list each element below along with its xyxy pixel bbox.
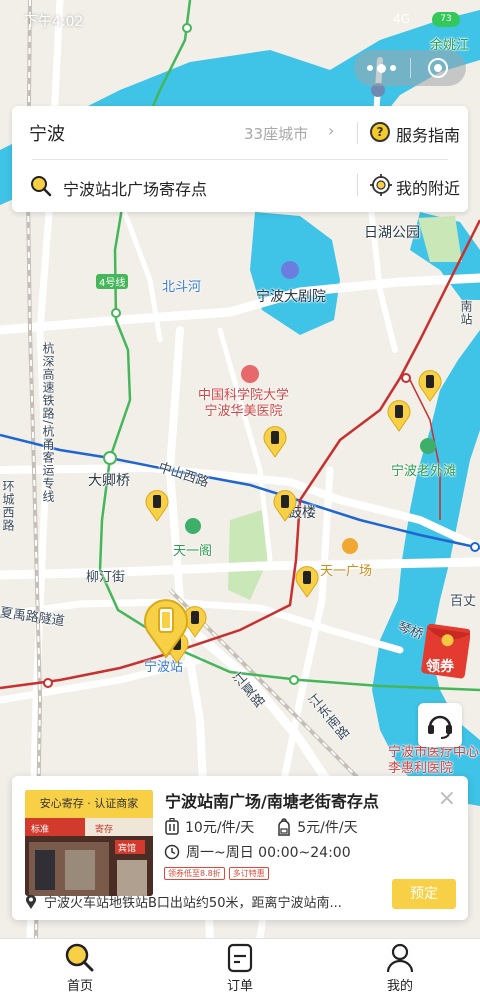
clock-icon [164, 844, 180, 860]
price-row: 10元/件/天 5元/件/天 [164, 817, 358, 837]
store-photo-sign-1: 标准 [31, 825, 50, 835]
map-label-liuting: 柳汀街 [86, 570, 126, 585]
map-label-huancheng-road: 环城西路 [1, 480, 15, 532]
map-label-medical-center: 宁波市医疗中心 李惠利医院 [388, 745, 480, 776]
signal-icon: 4G [393, 12, 410, 26]
map-label-dangqiao: 大卿桥 [88, 473, 130, 489]
selected-storage-marker[interactable] [142, 596, 190, 658]
map-label-baizhang: 百丈 [450, 594, 477, 609]
city-row: 宁波 33座城市 › ? 服务指南 [12, 106, 468, 158]
status-time: 下午4:02 [24, 14, 84, 30]
coupon-label[interactable]: 领券 [426, 656, 454, 676]
tab-bar: 首页 订单 我的 [0, 938, 480, 999]
tab-label: 我的 [386, 979, 413, 994]
tab-profile[interactable]: 我的 [360, 939, 440, 999]
search-input[interactable]: 宁波站北广场寄存点 [63, 176, 207, 200]
map-label-hangshen-railway: 杭深高速铁路/杭甬客运专线 [41, 342, 55, 504]
battery-icon: 73 [432, 12, 460, 27]
city-count-link[interactable]: 33座城市 [244, 123, 308, 144]
map-label-opera: 宁波大剧院 [256, 289, 326, 305]
status-bar: 下午4:02 4G 73 [0, 0, 480, 40]
map-label-beidouhe: 北斗河 [162, 280, 202, 295]
map-label-laowaitan: 宁波老外滩 [391, 464, 457, 479]
search-card: 宁波 33座城市 › ? 服务指南 宁波站北广场寄存点 我的附近 [12, 106, 468, 212]
map-label-rihu-park: 日湖公园 [364, 225, 420, 241]
more-icon[interactable] [354, 63, 410, 73]
customer-service-button[interactable] [418, 703, 462, 747]
promo-tags: 领券低至8.8折 多订特惠 [164, 867, 269, 880]
headset-icon [428, 715, 452, 739]
map-label-hospital: 中国科学院大学 宁波华美医院 [198, 388, 290, 419]
tab-label: 订单 [226, 979, 253, 994]
locate-icon[interactable] [370, 174, 392, 196]
price-small-bag: 5元/件/天 [297, 820, 358, 836]
service-guide-button[interactable]: 服务指南 [396, 122, 460, 146]
book-button[interactable]: 预定 [392, 879, 456, 909]
price-large-bag: 10元/件/天 [185, 820, 255, 836]
close-miniprogram-icon[interactable] [411, 58, 467, 78]
tab-home[interactable]: 首页 [40, 939, 120, 999]
storage-marker[interactable] [144, 488, 170, 522]
storage-marker[interactable] [294, 564, 320, 598]
suitcase-icon [165, 818, 179, 835]
map-label-nanzhan: 南站 [459, 300, 473, 326]
promo-tag: 多订特惠 [228, 867, 269, 880]
order-icon [227, 943, 253, 973]
storage-marker[interactable] [262, 424, 288, 458]
location-pin-icon [26, 894, 36, 909]
help-icon[interactable]: ? [370, 122, 390, 142]
person-icon [386, 943, 414, 973]
store-card[interactable]: 标准 寄存 宾馆 安心寄存 · 认证商家 宁波站南广场/南塘老街寄存点 × 10… [12, 776, 468, 920]
storage-marker[interactable] [417, 368, 443, 402]
opening-hours-text: 周一~周日 00:00~24:00 [186, 845, 351, 861]
store-photo-sign-2: 寄存 [95, 825, 114, 835]
map-label-tianyige: 天一阁 [173, 544, 213, 559]
tab-orders[interactable]: 订单 [200, 939, 280, 999]
opening-hours: 周一~周日 00:00~24:00 [164, 842, 351, 862]
map-label-tianyi-square: 天一广场 [320, 564, 373, 579]
search-icon [31, 176, 52, 197]
store-address-text: 宁波火车站地铁站B口出站约50米，距离宁波站南... [44, 896, 342, 911]
store-photo-sign-3: 宾馆 [118, 844, 137, 854]
store-photo[interactable]: 标准 寄存 宾馆 安心寄存 · 认证商家 [25, 790, 153, 896]
metro-line4-badge: 4号线 [96, 274, 129, 289]
storage-marker[interactable] [386, 398, 412, 432]
certified-badge: 安心寄存 · 认证商家 [25, 790, 153, 818]
store-title[interactable]: 宁波站南广场/南塘老街寄存点 [165, 788, 379, 812]
search-icon [65, 943, 94, 972]
current-city[interactable]: 宁波 [29, 120, 65, 146]
promo-tag: 领券低至8.8折 [164, 867, 225, 880]
miniprogram-capsule[interactable] [354, 50, 466, 86]
backpack-icon [278, 818, 290, 836]
search-row: 宁波站北广场寄存点 我的附近 [12, 160, 468, 212]
close-icon[interactable]: × [438, 788, 456, 810]
nearby-button[interactable]: 我的附近 [396, 175, 460, 199]
store-address: 宁波火车站地铁站B口出站约50米，距离宁波站南... [24, 892, 342, 911]
storage-marker[interactable] [272, 488, 298, 522]
tab-label: 首页 [66, 979, 93, 994]
chevron-right-icon[interactable]: › [328, 121, 334, 140]
